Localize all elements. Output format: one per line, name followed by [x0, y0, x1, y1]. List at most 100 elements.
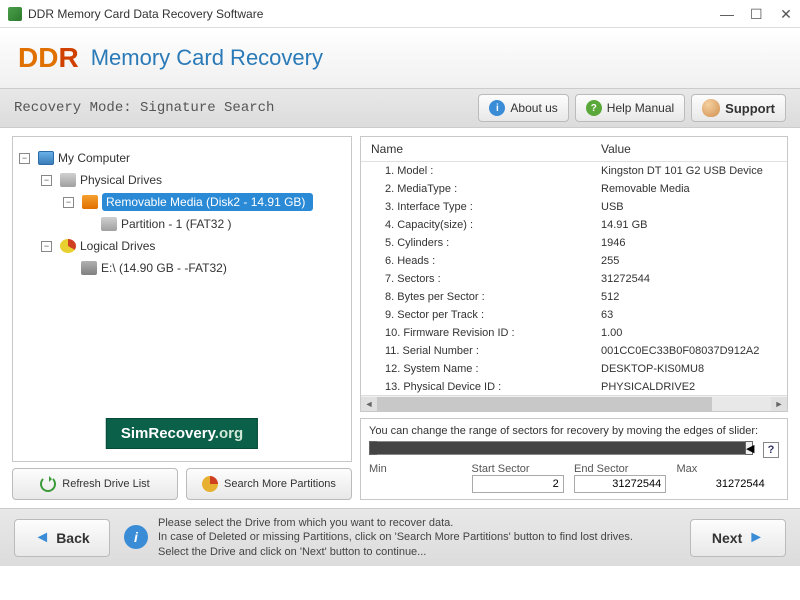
- help-manual-button[interactable]: ? Help Manual: [575, 94, 685, 122]
- prop-name: 12. System Name :: [361, 360, 591, 378]
- property-row: 1. Model :Kingston DT 101 G2 USB Device: [361, 162, 787, 180]
- property-row: 9. Sector per Track :63: [361, 306, 787, 324]
- col-value-header: Value: [591, 137, 787, 161]
- prop-value: PHYSICALDRIVE2: [591, 378, 787, 395]
- hint-line-3: Select the Drive and click on 'Next' but…: [158, 545, 633, 559]
- sim-recovery-badge: SimRecovery.org: [106, 418, 258, 449]
- tree-node-physical-drives[interactable]: − Physical Drives: [19, 169, 345, 191]
- removable-icon: [82, 195, 98, 209]
- maximize-button[interactable]: ☐: [750, 8, 762, 20]
- start-sector-input[interactable]: [472, 475, 564, 493]
- prop-name: 4. Capacity(size) :: [361, 216, 591, 234]
- sector-range-box: You can change the range of sectors for …: [360, 418, 788, 500]
- prop-value: Kingston DT 101 G2 USB Device: [591, 162, 787, 180]
- header: DDR Memory Card Recovery: [0, 28, 800, 88]
- slider-help-button[interactable]: ?: [763, 442, 779, 458]
- property-row: 7. Sectors :31272544: [361, 270, 787, 288]
- mode-bar: Recovery Mode: Signature Search i About …: [0, 88, 800, 128]
- tree-node-computer[interactable]: − My Computer: [19, 147, 345, 169]
- prop-name: 10. Firmware Revision ID :: [361, 324, 591, 342]
- tree-label: Logical Drives: [80, 239, 155, 253]
- back-arrow-icon: ◄: [34, 529, 50, 547]
- tree-node-logical-drives[interactable]: − Logical Drives: [19, 235, 345, 257]
- footer: ◄ Back i Please select the Drive from wh…: [0, 508, 800, 566]
- col-name-header: Name: [361, 137, 591, 161]
- drive-icon: [60, 173, 76, 187]
- prop-name: 1. Model :: [361, 162, 591, 180]
- tree-label: My Computer: [58, 151, 130, 165]
- volume-icon: [81, 261, 97, 275]
- prop-value: 512: [591, 288, 787, 306]
- sector-slider[interactable]: ▶ ◀: [369, 441, 753, 455]
- next-label: Next: [712, 530, 742, 546]
- collapse-icon[interactable]: −: [63, 197, 74, 208]
- prop-name: 2. MediaType :: [361, 180, 591, 198]
- scroll-left-arrow[interactable]: ◄: [361, 397, 377, 411]
- hint-line-1: Please select the Drive from which you w…: [158, 516, 633, 530]
- scroll-track[interactable]: [377, 397, 771, 411]
- property-row: 2. MediaType :Removable Media: [361, 180, 787, 198]
- search-label: Search More Partitions: [224, 478, 336, 490]
- next-arrow-icon: ►: [748, 529, 764, 547]
- slider-handle-right[interactable]: ◀: [745, 441, 753, 455]
- property-row: 3. Interface Type :USB: [361, 198, 787, 216]
- tree-label-selected: Removable Media (Disk2 - 14.91 GB): [102, 193, 313, 211]
- prop-value: 1946: [591, 234, 787, 252]
- minimize-button[interactable]: —: [720, 8, 732, 20]
- refresh-drive-list-button[interactable]: Refresh Drive List: [12, 468, 178, 500]
- prop-name: 5. Cylinders :: [361, 234, 591, 252]
- help-icon: ?: [586, 100, 602, 116]
- collapse-icon[interactable]: −: [41, 175, 52, 186]
- close-button[interactable]: ✕: [780, 8, 792, 20]
- support-button[interactable]: Support: [691, 94, 786, 122]
- about-button[interactable]: i About us: [478, 94, 568, 122]
- logo: DDR: [18, 42, 79, 74]
- computer-icon: [38, 151, 54, 165]
- pie-icon: [60, 239, 76, 253]
- app-title: Memory Card Recovery: [91, 45, 323, 71]
- recovery-mode-label: Recovery Mode: Signature Search: [14, 100, 472, 116]
- end-sector-label: End Sector: [574, 463, 677, 475]
- partition-icon: [101, 217, 117, 231]
- info-icon: i: [124, 525, 148, 549]
- prop-name: 9. Sector per Track :: [361, 306, 591, 324]
- tree-node-volume-e[interactable]: E:\ (14.90 GB - -FAT32): [19, 257, 345, 279]
- slider-hint: You can change the range of sectors for …: [369, 425, 779, 437]
- prop-name: 8. Bytes per Sector :: [361, 288, 591, 306]
- collapse-icon[interactable]: −: [41, 241, 52, 252]
- properties-body[interactable]: 1. Model :Kingston DT 101 G2 USB Device2…: [361, 162, 787, 395]
- max-label: Max: [677, 463, 780, 475]
- properties-panel: Name Value 1. Model :Kingston DT 101 G2 …: [360, 136, 788, 412]
- prop-value: DESKTOP-KIS0MU8: [591, 360, 787, 378]
- footer-hint: i Please select the Drive from which you…: [124, 516, 676, 559]
- scroll-thumb[interactable]: [377, 397, 712, 411]
- tree-label: Partition - 1 (FAT32 ): [121, 217, 231, 231]
- support-icon: [702, 99, 720, 117]
- property-row: 13. Physical Device ID :PHYSICALDRIVE2: [361, 378, 787, 395]
- tree-node-partition[interactable]: Partition - 1 (FAT32 ): [19, 213, 345, 235]
- scroll-right-arrow[interactable]: ►: [771, 397, 787, 411]
- min-label: Min: [369, 463, 472, 475]
- titlebar: DDR Memory Card Data Recovery Software —…: [0, 0, 800, 28]
- end-sector-input[interactable]: [574, 475, 666, 493]
- property-row: 6. Heads :255: [361, 252, 787, 270]
- refresh-icon: [40, 476, 56, 492]
- property-row: 4. Capacity(size) :14.91 GB: [361, 216, 787, 234]
- prop-value: 001CC0EC33B0F08037D912A2: [591, 342, 787, 360]
- prop-value: 31272544: [591, 270, 787, 288]
- next-button[interactable]: Next ►: [690, 519, 786, 557]
- prop-value: 255: [591, 252, 787, 270]
- collapse-icon[interactable]: −: [19, 153, 30, 164]
- support-label: Support: [725, 101, 775, 116]
- property-row: 10. Firmware Revision ID :1.00: [361, 324, 787, 342]
- tree-label: E:\ (14.90 GB - -FAT32): [101, 261, 227, 275]
- tree-node-removable-media[interactable]: − Removable Media (Disk2 - 14.91 GB): [19, 191, 345, 213]
- prop-value: 1.00: [591, 324, 787, 342]
- prop-value: 63: [591, 306, 787, 324]
- drive-tree: − My Computer − Physical Drives − Remova…: [12, 136, 352, 462]
- horizontal-scrollbar[interactable]: ◄ ►: [361, 395, 787, 411]
- search-icon: [202, 476, 218, 492]
- back-button[interactable]: ◄ Back: [14, 519, 110, 557]
- search-more-partitions-button[interactable]: Search More Partitions: [186, 468, 352, 500]
- properties-header: Name Value: [361, 137, 787, 162]
